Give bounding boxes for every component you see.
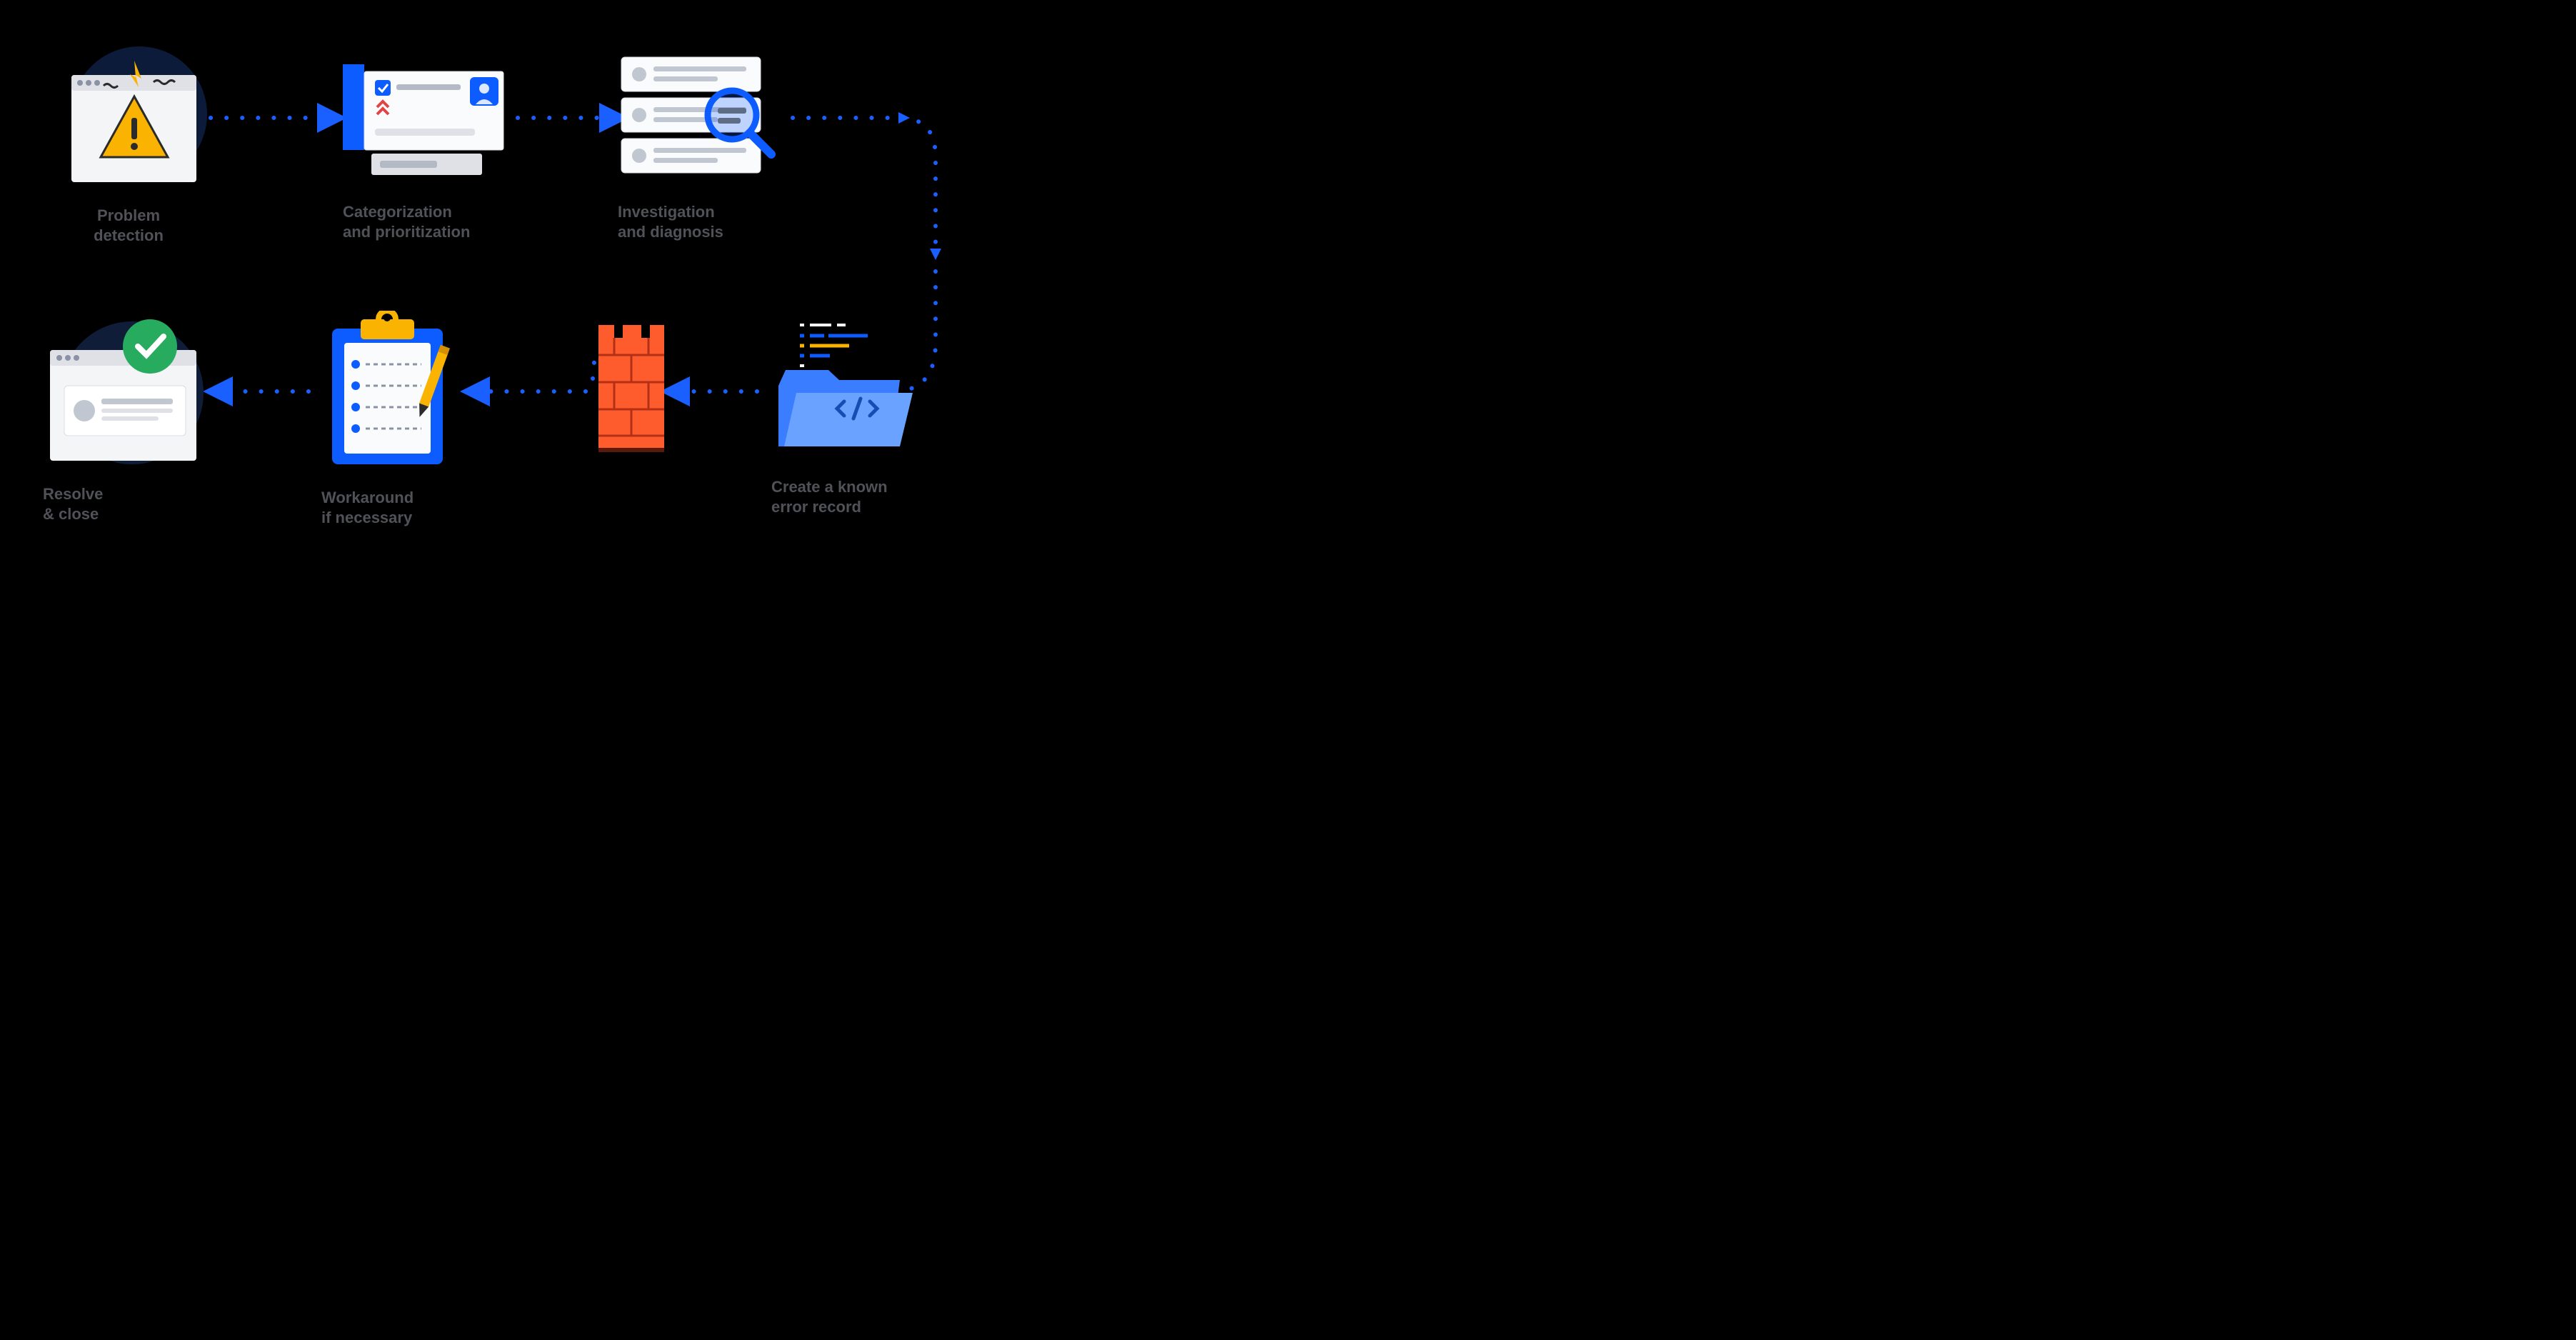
process-diagram: Problem detection Categorization <box>0 0 1099 572</box>
barrier-icon <box>593 325 671 459</box>
step-label: if necessary <box>321 509 412 526</box>
step-label: Problem <box>97 206 160 224</box>
alert-icon <box>50 43 207 191</box>
step-label: Workaround <box>321 489 414 506</box>
step-label: Investigation <box>618 203 715 221</box>
step-error-record: Create a known error record <box>771 314 914 518</box>
step-label: & close <box>43 505 99 523</box>
step-label: and diagnosis <box>618 223 723 241</box>
step-investigation: Investigation and diagnosis <box>618 54 786 243</box>
clipboard-icon <box>321 311 464 474</box>
check-window-icon <box>43 314 207 470</box>
step-resolve-close: Resolve & close <box>43 314 207 525</box>
step-label: Resolve <box>43 485 103 503</box>
step-label: detection <box>94 226 164 244</box>
step-label: Categorization <box>343 203 452 221</box>
step-label: Create a known <box>771 478 888 496</box>
search-list-icon <box>618 54 786 188</box>
step-label: error record <box>771 498 861 516</box>
folder-code-icon <box>771 314 914 463</box>
ticket-icon <box>343 57 507 188</box>
step-categorization: Categorization and prioritization <box>343 57 507 243</box>
step-label: and prioritization <box>343 223 470 241</box>
step-workaround: Workaround if necessary <box>321 311 464 529</box>
step-problem-detection: Problem detection <box>50 43 207 246</box>
